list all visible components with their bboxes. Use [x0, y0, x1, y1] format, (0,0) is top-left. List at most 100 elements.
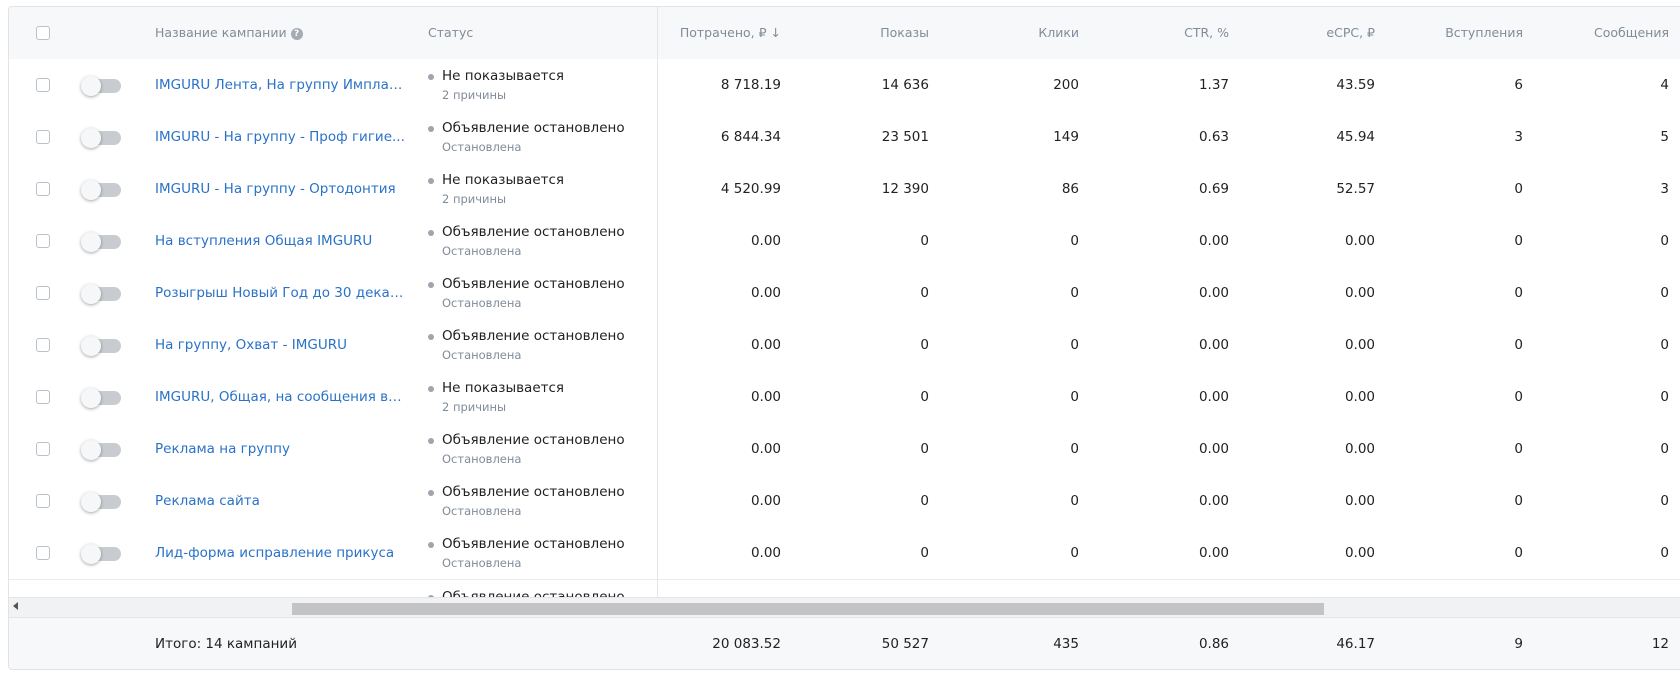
campaign-toggle[interactable]: [81, 128, 121, 148]
campaign-name-link[interactable]: IMGURU Лента, На группу Имплан...: [155, 59, 405, 111]
column-header-name-label: Название кампании: [155, 25, 287, 40]
campaign-toggle[interactable]: [81, 232, 121, 252]
impressions-value: 0: [920, 337, 929, 353]
impressions-value: 14 636: [881, 77, 929, 93]
impressions-value: 0: [920, 493, 929, 509]
joins-value: 3: [1514, 129, 1523, 145]
campaign-name-link[interactable]: IMGURU - На группу - Ортодонтия: [155, 163, 405, 215]
campaign-toggle[interactable]: [81, 492, 121, 512]
campaign-name-link[interactable]: Реклама на группу: [155, 423, 405, 475]
campaign-toggle[interactable]: [81, 544, 121, 564]
joins-value: 6: [1514, 77, 1523, 93]
table-row: Реклама сайта Объявление остановлено Оста…: [9, 475, 1680, 528]
column-header-messages[interactable]: Сообщения: [1549, 7, 1669, 59]
ecpc-value: 0.00: [1344, 441, 1375, 457]
campaign-toggle[interactable]: [81, 440, 121, 460]
scroll-left-arrow-icon[interactable]: [13, 602, 18, 610]
column-header-ctr[interactable]: CTR, %: [1109, 7, 1229, 59]
campaign-name-link[interactable]: IMGURU, Общая, на сообщения в ...: [155, 371, 405, 423]
impressions-value: 0: [920, 389, 929, 405]
row-checkbox[interactable]: [36, 130, 50, 144]
row-checkbox[interactable]: [36, 78, 50, 92]
row-checkbox[interactable]: [36, 182, 50, 196]
messages-value: 0: [1660, 545, 1669, 561]
total-ecpc: 46.17: [1336, 636, 1375, 652]
campaign-name-link[interactable]: Лид-форма исправление прикуса: [155, 527, 405, 579]
clicks-value: 0: [1070, 285, 1079, 301]
spent-value: 8 718.19: [720, 77, 781, 93]
spent-value: 0.00: [750, 441, 781, 457]
ctr-value: 0.00: [1198, 441, 1229, 457]
status-subtext: 2 причины: [442, 192, 507, 206]
status-text: Объявление остановлено: [442, 276, 625, 292]
status-text: Объявление остановлено: [442, 432, 625, 448]
status-dot-icon: [428, 386, 434, 392]
status-text: Не показывается: [442, 68, 565, 84]
total-messages: 12: [1651, 636, 1669, 652]
campaign-name-link[interactable]: Реклама сайта: [155, 475, 405, 527]
joins-value: 0: [1514, 545, 1523, 561]
toggle-knob: [81, 388, 101, 408]
campaign-toggle[interactable]: [81, 336, 121, 356]
table-row: IMGURU - На группу - Проф гигие... Объяв…: [9, 111, 1680, 164]
campaign-toggle[interactable]: [81, 76, 121, 96]
campaigns-table: Название кампании? Статус Потрачено, ₽ ↓…: [8, 6, 1680, 670]
column-header-name[interactable]: Название кампании?: [155, 7, 303, 59]
status-text: Объявление остановлено: [442, 536, 625, 552]
column-header-spent[interactable]: Потрачено, ₽ ↓: [649, 7, 781, 59]
row-checkbox[interactable]: [36, 390, 50, 404]
spent-value: 0.00: [750, 233, 781, 249]
help-icon[interactable]: ?: [290, 27, 303, 40]
row-checkbox[interactable]: [36, 234, 50, 248]
campaign-name-link[interactable]: На вступления Общая IMGURU: [155, 215, 405, 267]
campaign-name-link[interactable]: Розыгрыш Новый Год до 30 декаб...: [155, 267, 405, 319]
status-subtext: 2 причины: [442, 400, 507, 414]
impressions-value: 0: [920, 233, 929, 249]
ecpc-value: 45.94: [1336, 129, 1375, 145]
row-checkbox[interactable]: [36, 442, 50, 456]
toggle-knob: [81, 544, 101, 564]
column-header-status[interactable]: Статус: [428, 7, 473, 59]
column-header-clicks[interactable]: Клики: [959, 7, 1079, 59]
messages-value: 0: [1660, 441, 1669, 457]
column-header-ecpc[interactable]: eCPC, ₽: [1255, 7, 1375, 59]
column-header-impressions[interactable]: Показы: [809, 7, 929, 59]
toggle-knob: [81, 336, 101, 356]
campaign-name-link[interactable]: На группу, Охват - IMGURU: [155, 319, 405, 371]
ecpc-value: 0.00: [1344, 337, 1375, 353]
table-row: IMGURU Лента, На группу Имплан... Не пок…: [9, 59, 1680, 112]
toggle-knob: [81, 180, 101, 200]
joins-value: 0: [1514, 337, 1523, 353]
campaign-toggle[interactable]: [81, 180, 121, 200]
status-subtext: Остановлена: [442, 244, 522, 258]
status-text: Объявление остановлено: [442, 120, 625, 136]
row-checkbox[interactable]: [36, 338, 50, 352]
clicks-value: 0: [1070, 337, 1079, 353]
status-dot-icon: [428, 542, 434, 548]
row-checkbox[interactable]: [36, 286, 50, 300]
campaign-name-link[interactable]: IMGURU - На группу - Проф гигие...: [155, 111, 405, 163]
status-dot-icon: [428, 74, 434, 80]
campaign-toggle[interactable]: [81, 388, 121, 408]
spent-value: 0.00: [750, 337, 781, 353]
clicks-value: 200: [1053, 77, 1079, 93]
table-row: IMGURU - На группу - Ортодонтия Не показ…: [9, 163, 1680, 216]
impressions-value: 23 501: [881, 129, 929, 145]
impressions-value: 0: [920, 285, 929, 301]
row-checkbox[interactable]: [36, 546, 50, 560]
table-row: Реклама на группу Объявление остановлено…: [9, 423, 1680, 476]
toggle-knob: [81, 232, 101, 252]
joins-value: 0: [1514, 389, 1523, 405]
campaign-toggle[interactable]: [81, 284, 121, 304]
impressions-value: 12 390: [881, 181, 929, 197]
clicks-value: 0: [1070, 545, 1079, 561]
select-all-checkbox[interactable]: [36, 26, 50, 40]
messages-value: 3: [1660, 181, 1669, 197]
scrollbar-thumb[interactable]: [292, 603, 1324, 615]
table-row: IMGURU, Общая, на сообщения в ... Не пок…: [9, 371, 1680, 424]
column-header-joins[interactable]: Вступления: [1403, 7, 1523, 59]
horizontal-scrollbar[interactable]: [9, 597, 1680, 617]
ecpc-value: 52.57: [1336, 181, 1375, 197]
row-checkbox[interactable]: [36, 494, 50, 508]
spent-value: 0.00: [750, 493, 781, 509]
